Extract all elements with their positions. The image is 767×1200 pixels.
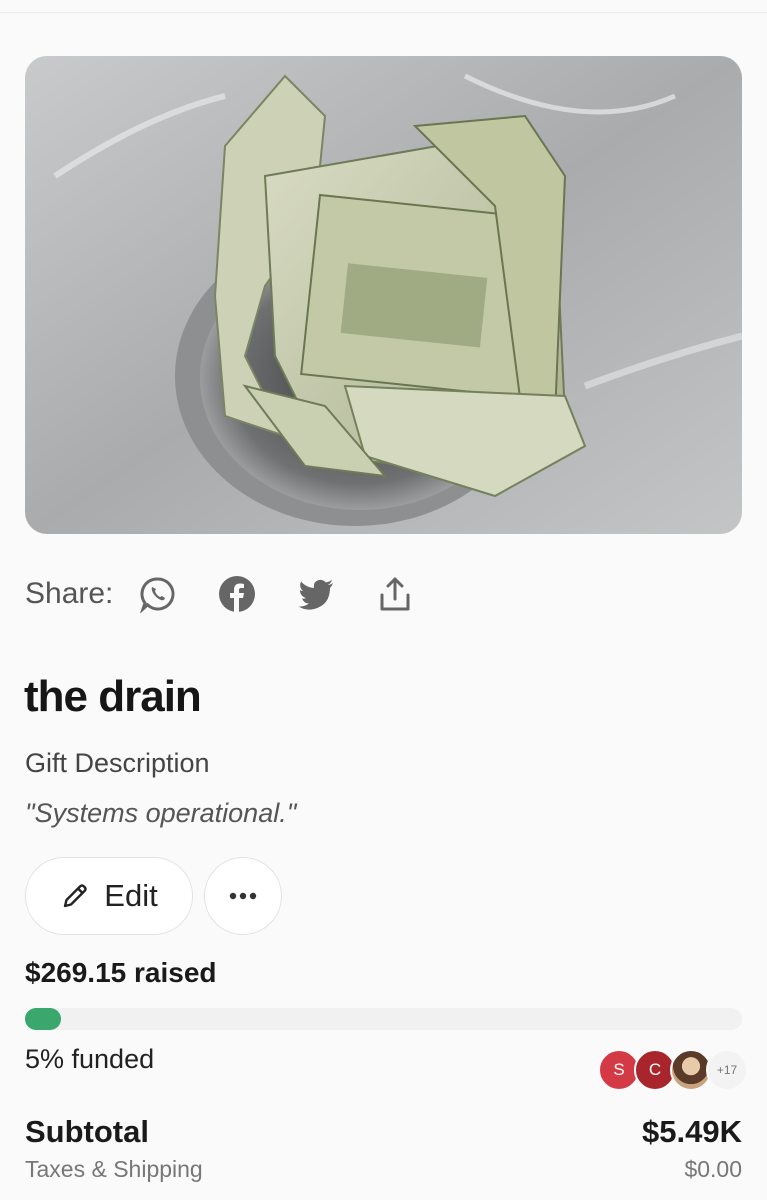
edit-button[interactable]: Edit: [25, 857, 193, 935]
supporter-avatars[interactable]: S C +17: [598, 1049, 748, 1091]
subtotal-value: $5.49K: [642, 1114, 742, 1149]
share-upload-icon[interactable]: [376, 575, 414, 613]
gift-title: the drain: [24, 672, 202, 721]
twitter-icon[interactable]: [297, 575, 335, 613]
funded-percentage: 5% funded: [25, 1044, 155, 1074]
subtotal-label: Subtotal: [25, 1114, 149, 1149]
gift-description: "Systems operational.": [25, 798, 297, 828]
taxes-shipping-value: $0.00: [684, 1156, 742, 1182]
gift-image: [25, 56, 742, 534]
facebook-icon[interactable]: [218, 575, 256, 613]
more-dots-icon: [229, 892, 257, 900]
funding-progress-fill: [25, 1008, 61, 1030]
share-row: Share:: [25, 570, 455, 618]
top-divider: [0, 12, 767, 13]
amount-raised: $269.15 raised: [25, 957, 217, 988]
pencil-icon: [64, 884, 87, 908]
taxes-shipping-label: Taxes & Shipping: [25, 1156, 203, 1182]
more-options-button[interactable]: [204, 857, 282, 935]
gift-description-label: Gift Description: [25, 748, 210, 778]
funding-progress-bar: [25, 1008, 742, 1030]
whatsapp-icon[interactable]: [139, 575, 177, 613]
more-supporters-count: +17: [706, 1049, 748, 1091]
edit-button-label: Edit: [104, 878, 158, 913]
share-label: Share:: [25, 577, 114, 610]
